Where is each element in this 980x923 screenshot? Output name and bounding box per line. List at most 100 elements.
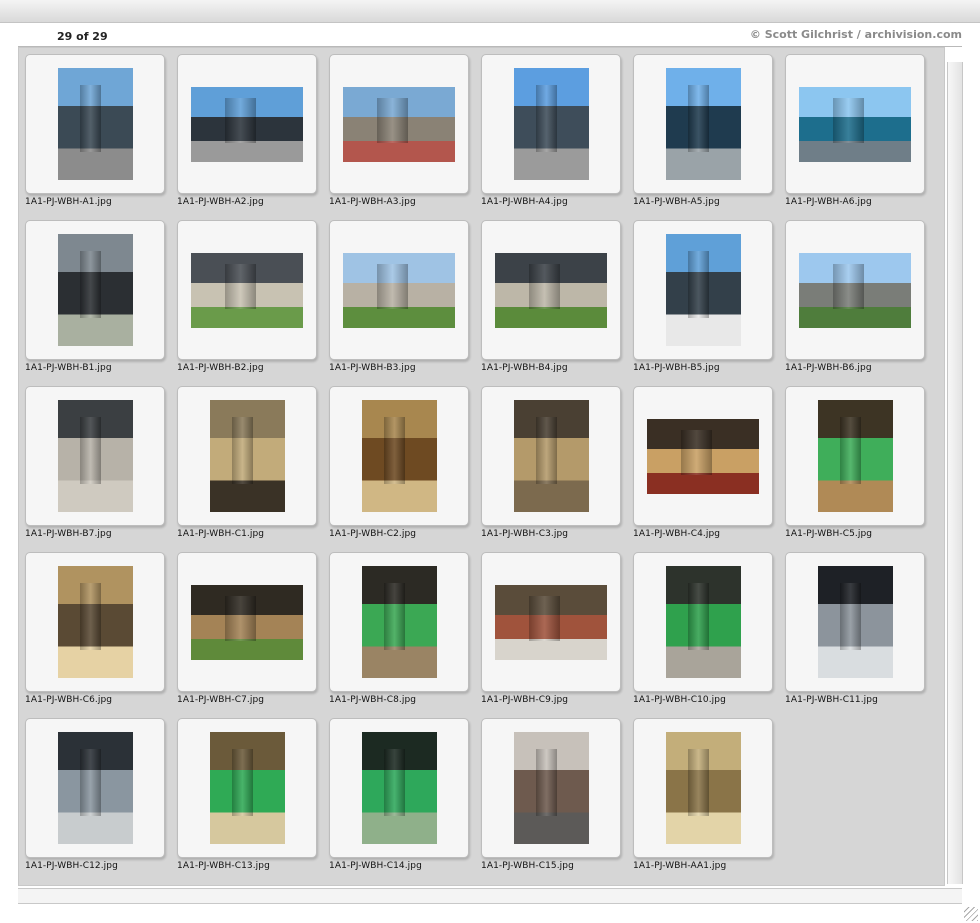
thumbnail-image[interactable] — [817, 400, 893, 512]
slide-frame[interactable] — [329, 552, 469, 692]
slide-frame[interactable] — [633, 552, 773, 692]
slide-frame[interactable] — [177, 552, 317, 692]
thumbnail-image[interactable] — [665, 234, 741, 346]
slide-frame[interactable] — [177, 54, 317, 194]
thumbnail-image[interactable] — [361, 566, 437, 678]
thumbnail-image[interactable] — [647, 418, 759, 494]
thumbnail-item[interactable]: 1A1-PJ-WBH-B1.jpg — [25, 220, 165, 386]
slide-frame[interactable] — [329, 220, 469, 360]
slide-frame[interactable] — [481, 552, 621, 692]
thumbnail-image[interactable] — [817, 566, 893, 678]
thumbnail-image[interactable] — [513, 68, 589, 180]
slide-frame[interactable] — [481, 386, 621, 526]
thumbnail-item[interactable]: 1A1-PJ-WBH-C6.jpg — [25, 552, 165, 718]
thumbnail-image[interactable] — [209, 732, 285, 844]
thumbnail-image[interactable] — [665, 732, 741, 844]
slide-frame[interactable] — [177, 386, 317, 526]
slide-frame[interactable] — [25, 220, 165, 360]
thumbnail-image[interactable] — [209, 400, 285, 512]
thumbnail-item[interactable]: 1A1-PJ-WBH-C4.jpg — [633, 386, 773, 552]
slide-frame[interactable] — [785, 386, 925, 526]
thumbnail-item[interactable]: 1A1-PJ-WBH-C11.jpg — [785, 552, 925, 718]
thumbnail-item[interactable]: 1A1-PJ-WBH-B7.jpg — [25, 386, 165, 552]
thumbnail-item[interactable]: 1A1-PJ-WBH-C10.jpg — [633, 552, 773, 718]
slide-frame[interactable] — [633, 718, 773, 858]
thumbnail-item[interactable]: 1A1-PJ-WBH-C15.jpg — [481, 718, 621, 884]
resize-grip-icon[interactable] — [964, 907, 978, 921]
thumbnail-image[interactable] — [57, 732, 133, 844]
thumbnail-item[interactable]: 1A1-PJ-WBH-B2.jpg — [177, 220, 317, 386]
slide-frame[interactable] — [329, 386, 469, 526]
thumbnail-image[interactable] — [57, 68, 133, 180]
thumbnail-image[interactable] — [191, 584, 303, 660]
thumbnail-filename: 1A1-PJ-WBH-B6.jpg — [785, 363, 872, 373]
slide-frame[interactable] — [25, 718, 165, 858]
thumbnail-image[interactable] — [513, 732, 589, 844]
slide-frame[interactable] — [633, 386, 773, 526]
thumbnail-image[interactable] — [495, 584, 607, 660]
thumbnail-image[interactable] — [57, 234, 133, 346]
slide-frame[interactable] — [329, 54, 469, 194]
thumbnail-item[interactable]: 1A1-PJ-WBH-C3.jpg — [481, 386, 621, 552]
thumbnail-image[interactable] — [343, 86, 455, 162]
thumbnail-filename: 1A1-PJ-WBH-A6.jpg — [785, 197, 872, 207]
thumbnail-item[interactable]: 1A1-PJ-WBH-C7.jpg — [177, 552, 317, 718]
thumbnail-item[interactable]: 1A1-PJ-WBH-A2.jpg — [177, 54, 317, 220]
thumbnail-item[interactable]: 1A1-PJ-WBH-A5.jpg — [633, 54, 773, 220]
thumbnail-image[interactable] — [665, 566, 741, 678]
thumbnail-item[interactable]: 1A1-PJ-WBH-C1.jpg — [177, 386, 317, 552]
thumbnail-image[interactable] — [665, 68, 741, 180]
thumbnail-item[interactable]: 1A1-PJ-WBH-A6.jpg — [785, 54, 925, 220]
slide-frame[interactable] — [785, 54, 925, 194]
thumbnail-filename: 1A1-PJ-WBH-B7.jpg — [25, 529, 112, 539]
thumbnail-image[interactable] — [57, 566, 133, 678]
thumbnail-detail — [688, 250, 709, 318]
thumbnail-item[interactable]: 1A1-PJ-WBH-A1.jpg — [25, 54, 165, 220]
thumbnail-detail — [80, 416, 101, 484]
thumbnail-detail — [384, 748, 405, 816]
slide-frame[interactable] — [481, 54, 621, 194]
thumbnail-item[interactable]: 1A1-PJ-WBH-A4.jpg — [481, 54, 621, 220]
thumbnail-image[interactable] — [361, 732, 437, 844]
thumbnail-image[interactable] — [799, 252, 911, 328]
thumbnail-item[interactable]: 1A1-PJ-WBH-C13.jpg — [177, 718, 317, 884]
slide-frame[interactable] — [481, 220, 621, 360]
slide-frame[interactable] — [633, 54, 773, 194]
slide-frame[interactable] — [25, 552, 165, 692]
thumbnail-image[interactable] — [191, 86, 303, 162]
thumbnail-image[interactable] — [191, 252, 303, 328]
horizontal-scrollbar[interactable] — [18, 888, 962, 904]
thumbnail-filename: 1A1-PJ-WBH-B4.jpg — [481, 363, 568, 373]
thumbnail-item[interactable]: 1A1-PJ-WBH-B5.jpg — [633, 220, 773, 386]
thumbnail-item[interactable]: 1A1-PJ-WBH-B3.jpg — [329, 220, 469, 386]
thumbnail-item[interactable]: 1A1-PJ-WBH-B4.jpg — [481, 220, 621, 386]
thumbnail-image[interactable] — [799, 86, 911, 162]
slide-frame[interactable] — [481, 718, 621, 858]
slide-frame[interactable] — [25, 54, 165, 194]
thumbnail-image[interactable] — [495, 252, 607, 328]
slide-frame[interactable] — [25, 386, 165, 526]
thumbnail-filename: 1A1-PJ-WBH-C6.jpg — [25, 695, 113, 705]
vertical-scrollbar[interactable] — [947, 62, 963, 884]
slide-frame[interactable] — [177, 718, 317, 858]
slide-frame[interactable] — [329, 718, 469, 858]
thumbnail-image[interactable] — [343, 252, 455, 328]
slide-frame[interactable] — [633, 220, 773, 360]
thumbnail-item[interactable]: 1A1-PJ-WBH-C8.jpg — [329, 552, 469, 718]
thumbnail-item[interactable]: 1A1-PJ-WBH-C14.jpg — [329, 718, 469, 884]
thumbnail-image[interactable] — [57, 400, 133, 512]
slide-frame[interactable] — [177, 220, 317, 360]
slide-frame[interactable] — [785, 220, 925, 360]
thumbnail-image[interactable] — [361, 400, 437, 512]
thumbnail-item[interactable]: 1A1-PJ-WBH-C12.jpg — [25, 718, 165, 884]
thumbnail-detail — [80, 250, 101, 318]
thumbnail-item[interactable]: 1A1-PJ-WBH-C5.jpg — [785, 386, 925, 552]
thumbnail-item[interactable]: 1A1-PJ-WBH-B6.jpg — [785, 220, 925, 386]
slide-frame[interactable] — [785, 552, 925, 692]
thumbnail-item[interactable]: 1A1-PJ-WBH-AA1.jpg — [633, 718, 773, 884]
thumbnail-image[interactable] — [513, 400, 589, 512]
thumbnail-item[interactable]: 1A1-PJ-WBH-C2.jpg — [329, 386, 469, 552]
thumbnail-detail — [688, 84, 709, 152]
thumbnail-item[interactable]: 1A1-PJ-WBH-C9.jpg — [481, 552, 621, 718]
thumbnail-item[interactable]: 1A1-PJ-WBH-A3.jpg — [329, 54, 469, 220]
